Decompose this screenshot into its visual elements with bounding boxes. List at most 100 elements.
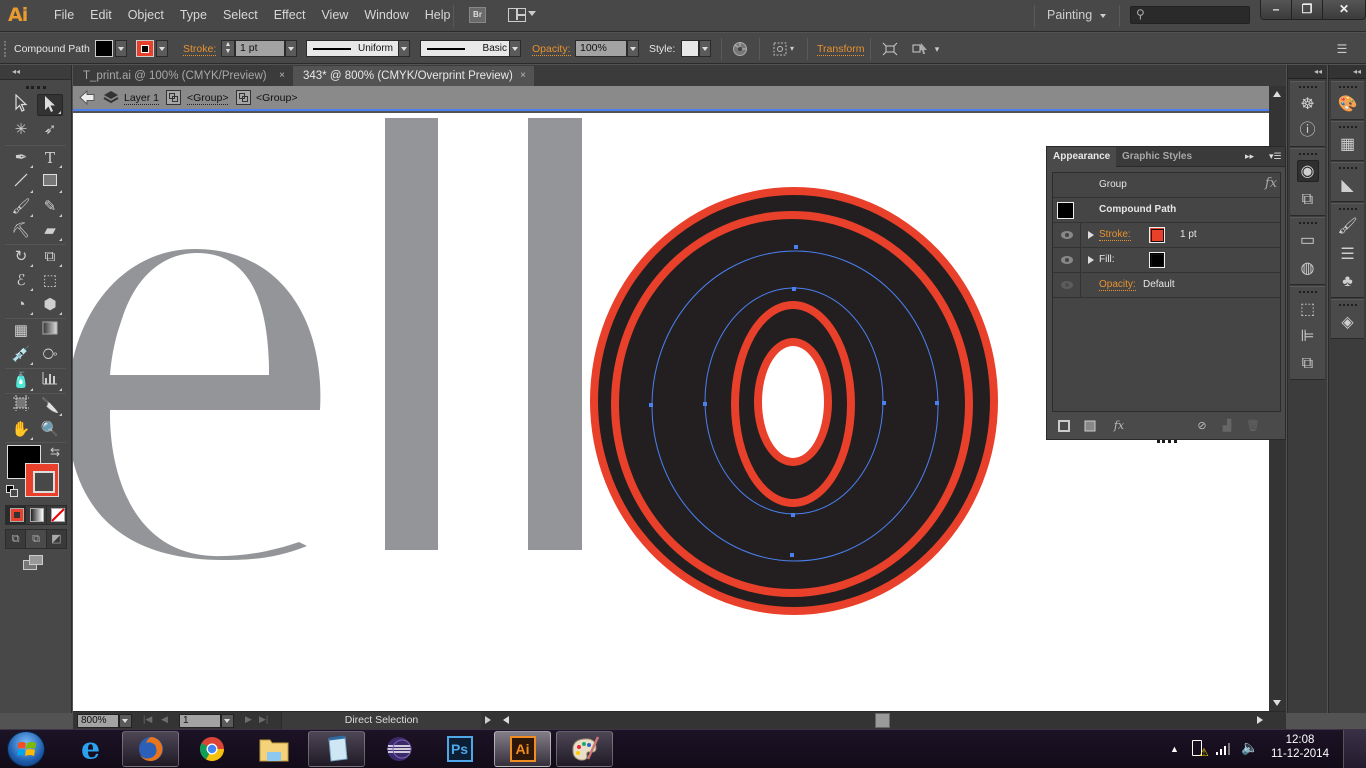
pen-tool-icon[interactable]: ✒: [8, 147, 34, 169]
slice-tool-icon[interactable]: 🔪: [37, 395, 63, 417]
stroke-color-swatch[interactable]: [136, 40, 154, 57]
horizontal-scrollbar-thumb[interactable]: [875, 713, 890, 728]
magic-wand-tool-icon[interactable]: ✳: [8, 119, 34, 141]
brushes-panel-icon[interactable]: 🖌: [1337, 216, 1359, 238]
go-to-bridge-button[interactable]: Br: [469, 7, 486, 23]
stroke-weight-dropdown[interactable]: [285, 40, 297, 57]
color-panel-icon[interactable]: 🎨: [1337, 94, 1359, 116]
align-chevron-down-icon[interactable]: ▾: [788, 41, 796, 57]
taskbar-photoshop[interactable]: Ps: [431, 731, 488, 767]
pencil-tool-icon[interactable]: ✎: [37, 196, 63, 218]
swap-fill-stroke-icon[interactable]: ⇆: [50, 445, 60, 459]
taskbar-internet-explorer[interactable]: e: [62, 731, 119, 767]
transparency-panel-link[interactable]: Opacity:: [532, 43, 571, 56]
zoom-level-dropdown[interactable]: [119, 714, 132, 728]
workspace-switcher[interactable]: Painting: [1047, 8, 1092, 22]
help-search-input[interactable]: ⚲: [1130, 6, 1250, 24]
taskbar-notepad[interactable]: [308, 731, 365, 767]
delete-item-trash-icon[interactable]: 🗑: [1246, 420, 1260, 432]
menu-file[interactable]: File: [46, 8, 82, 22]
status-menu-arrow-icon[interactable]: [485, 716, 491, 724]
appearance-panel-icon[interactable]: ◉: [1296, 160, 1319, 182]
recolor-artwork-icon[interactable]: [732, 41, 748, 57]
tab-graphic-styles[interactable]: Graphic Styles: [1116, 147, 1198, 167]
scroll-up-arrow-icon[interactable]: [1273, 91, 1281, 97]
draw-inside-button[interactable]: ◩: [47, 530, 66, 548]
draw-normal-button[interactable]: ⧉: [6, 530, 27, 548]
stroke-weight-stepper[interactable]: ▲ ▼: [221, 40, 235, 57]
eyedropper-tool-icon[interactable]: 💉: [8, 344, 34, 366]
gradient-panel-icon[interactable]: ▭: [1297, 230, 1319, 252]
show-hidden-icons-arrow-icon[interactable]: ▲: [1170, 744, 1179, 754]
none-mode-button[interactable]: [47, 506, 66, 524]
visibility-eye-icon[interactable]: [1061, 256, 1073, 264]
taskbar-chrome[interactable]: [183, 731, 240, 767]
brush-definition-dropdown[interactable]: [509, 40, 521, 57]
brush-definition-select[interactable]: Basic: [420, 40, 514, 57]
panel-menu-icon[interactable]: ▾☰: [1269, 151, 1282, 162]
line-segment-tool-icon[interactable]: [8, 172, 34, 194]
rectangle-tool-icon[interactable]: [37, 172, 63, 194]
show-desktop-button[interactable]: [1343, 730, 1366, 768]
menu-window[interactable]: Window: [356, 8, 416, 22]
close-tab-icon[interactable]: ×: [279, 66, 285, 86]
transparency-panel-icon[interactable]: ◍: [1297, 258, 1319, 280]
expand-triangle-icon[interactable]: [1088, 231, 1094, 239]
exit-isolation-back-icon[interactable]: [79, 89, 95, 106]
expand-triangle-icon[interactable]: [1088, 256, 1094, 264]
arrange-documents-icon[interactable]: [508, 8, 526, 22]
control-bar-grip[interactable]: [4, 41, 6, 57]
visibility-eye-icon[interactable]: [1061, 231, 1073, 239]
transform-panel-link[interactable]: Transform: [817, 43, 865, 56]
gradient-mode-button[interactable]: [26, 506, 47, 524]
menu-select[interactable]: Select: [215, 8, 266, 22]
transform-panel-icon[interactable]: ⬚: [1297, 299, 1319, 321]
start-button[interactable]: [7, 731, 45, 767]
panel-resize-handle[interactable]: [1157, 440, 1177, 443]
minimize-button[interactable]: –: [1261, 0, 1292, 19]
swatches-panel-icon[interactable]: ▦: [1337, 134, 1359, 156]
first-artboard-icon[interactable]: |◀: [143, 714, 152, 725]
opacity-dropdown[interactable]: [627, 40, 639, 57]
scroll-right-arrow-icon[interactable]: [1257, 716, 1263, 724]
artboard-tool-icon[interactable]: [8, 395, 34, 417]
direct-selection-tool-icon[interactable]: [37, 94, 63, 116]
opacity-link[interactable]: Opacity:: [1099, 279, 1136, 291]
blob-brush-tool-icon[interactable]: ⛏: [8, 220, 34, 242]
color-mode-button[interactable]: [6, 506, 27, 524]
appearance-stroke-row[interactable]: Stroke: 1 pt: [1053, 223, 1280, 248]
draw-behind-button[interactable]: ⧉: [26, 530, 47, 548]
restore-button[interactable]: ❐: [1292, 0, 1323, 19]
duplicate-item-icon[interactable]: ▟: [1221, 420, 1233, 432]
breadcrumb-layer[interactable]: Layer 1: [124, 92, 160, 105]
current-tool-status[interactable]: Direct Selection: [281, 712, 481, 730]
info-icon[interactable]: ⓘ: [1297, 120, 1319, 142]
arrange-documents-caret-icon[interactable]: [528, 11, 536, 16]
last-artboard-icon[interactable]: ▶|: [259, 714, 268, 725]
gradient-tool-icon[interactable]: [37, 320, 63, 342]
artboard-number-field[interactable]: 1: [179, 714, 221, 728]
visibility-eye-icon[interactable]: [1061, 281, 1073, 289]
graphic-style-swatch[interactable]: [681, 40, 699, 57]
blend-tool-icon[interactable]: ⧂: [37, 344, 63, 366]
pathfinder-panel-icon[interactable]: ⧉: [1297, 353, 1319, 375]
tab-343[interactable]: 343* @ 800% (CMYK/Overprint Preview) ×: [293, 66, 534, 86]
menu-view[interactable]: View: [313, 8, 356, 22]
width-tool-icon[interactable]: ℰ: [8, 270, 34, 292]
scroll-down-arrow-icon[interactable]: [1273, 700, 1281, 706]
column-graph-tool-icon[interactable]: [37, 370, 63, 392]
menu-effect[interactable]: Effect: [266, 8, 314, 22]
lasso-tool-icon[interactable]: ➶: [37, 119, 63, 141]
fill-color-swatch[interactable]: [95, 40, 113, 57]
tools-panel-grip[interactable]: [26, 86, 46, 89]
select-similar-chevron-down-icon[interactable]: ▾: [932, 41, 942, 57]
menu-object[interactable]: Object: [120, 8, 172, 22]
add-new-fill-icon[interactable]: [1084, 420, 1096, 432]
scale-tool-icon[interactable]: ⧉: [37, 246, 63, 268]
navigator-icon[interactable]: ☸: [1297, 94, 1319, 116]
symbols-panel-icon[interactable]: ♣: [1337, 271, 1359, 293]
change-screen-mode-icon[interactable]: [23, 555, 45, 571]
add-new-stroke-icon[interactable]: [1058, 420, 1070, 432]
type-tool-icon[interactable]: T: [37, 147, 63, 169]
next-artboard-icon[interactable]: ▶: [245, 714, 252, 725]
